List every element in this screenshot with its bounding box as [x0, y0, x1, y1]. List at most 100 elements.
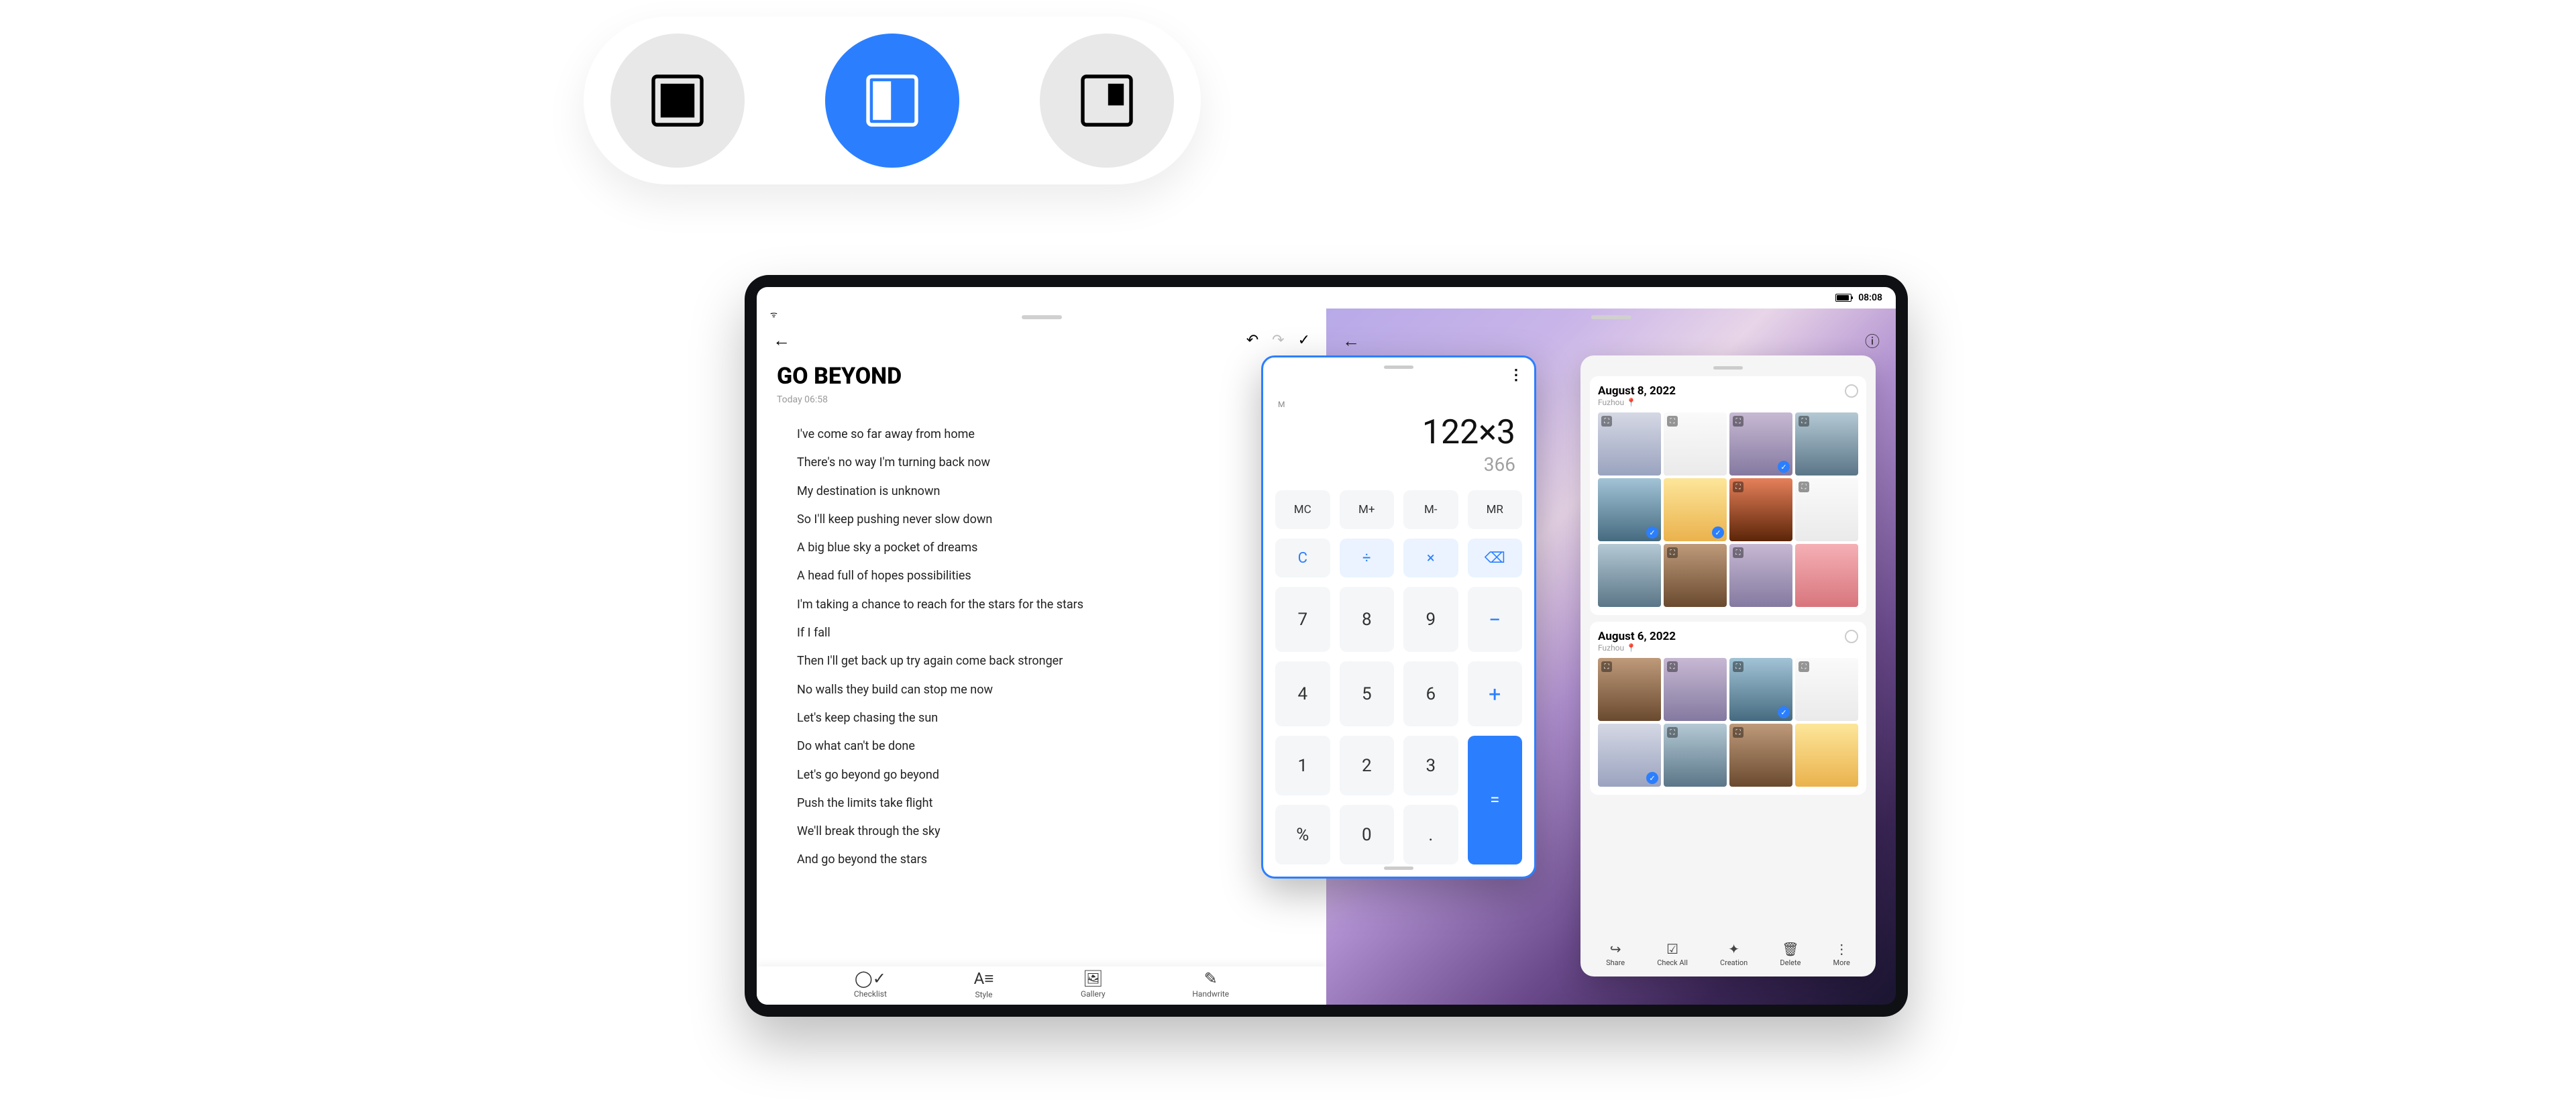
calc-7-button[interactable]: 7	[1275, 587, 1330, 652]
gallery-icon: 🖼	[1081, 969, 1106, 988]
delete-icon: 🗑	[1780, 941, 1801, 957]
gallery-date-block: August 6, 2022 Fuzhou 📍 ⛶ ⛶ ⛶✓ ⛶ ✓ ⛶	[1590, 622, 1866, 795]
calc-6-button[interactable]: 6	[1403, 661, 1458, 726]
note-line: So I'll keep pushing never slow down	[797, 506, 1293, 534]
note-body[interactable]: I've come so far away from home There's …	[757, 410, 1326, 966]
gallery-checkall-button[interactable]: ☑Check All	[1657, 941, 1688, 967]
note-line: Do what can't be done	[797, 732, 1293, 761]
photo-thumb[interactable]: ⛶	[1729, 724, 1792, 787]
done-icon[interactable]: ✓	[1298, 332, 1310, 349]
tool-style[interactable]: A≡Style	[974, 969, 994, 999]
wifi-icon: ᯤ	[770, 309, 777, 320]
calculator-drag-handle[interactable]	[1384, 366, 1413, 369]
thumb-grid: ⛶ ⛶ ⛶✓ ⛶ ✓ ✓ ⛶ ⛶ ⛶ ⛶	[1598, 412, 1858, 607]
photo-thumb[interactable]: ✓	[1598, 724, 1661, 787]
expand-icon: ⛶	[1667, 547, 1678, 558]
calc-plus-button[interactable]: +	[1468, 661, 1523, 726]
handwrite-icon: ✎	[1192, 969, 1229, 988]
thumb-grid: ⛶ ⛶ ⛶✓ ⛶ ✓ ⛶ ⛶	[1598, 658, 1858, 787]
photo-thumb[interactable]	[1795, 544, 1858, 607]
notes-header: ← ↶ ↷ ✓	[757, 319, 1326, 356]
calc-backspace-button[interactable]: ⌫	[1468, 539, 1523, 577]
calc-1-button[interactable]: 1	[1275, 736, 1330, 795]
undo-icon[interactable]: ↶	[1246, 332, 1258, 349]
photo-thumb[interactable]: ⛶✓	[1729, 412, 1792, 476]
calc-mr-button[interactable]: MR	[1468, 490, 1523, 529]
tool-gallery[interactable]: 🖼Gallery	[1081, 969, 1106, 999]
calc-2-button[interactable]: 2	[1340, 736, 1395, 795]
tool-handwrite[interactable]: ✎Handwrite	[1192, 969, 1229, 999]
photo-thumb[interactable]: ⛶	[1598, 412, 1661, 476]
calc-4-button[interactable]: 4	[1275, 661, 1330, 726]
more-icon: ⋮	[1833, 941, 1850, 957]
calc-multiply-button[interactable]: ×	[1403, 539, 1458, 577]
photo-thumb[interactable]: ⛶	[1729, 544, 1792, 607]
photo-thumb[interactable]: ⛶	[1664, 658, 1727, 721]
mode-split-button[interactable]	[825, 34, 959, 168]
gallery-more-button[interactable]: ⋮More	[1833, 941, 1850, 967]
calc-mplus-button[interactable]: M+	[1340, 490, 1395, 529]
calc-percent-button[interactable]: %	[1275, 805, 1330, 864]
photo-thumb[interactable]: ⛶	[1795, 478, 1858, 541]
gallery-location: Fuzhou 📍	[1598, 398, 1676, 407]
photo-thumb[interactable]: ⛶	[1729, 478, 1792, 541]
mode-full-button[interactable]	[610, 34, 745, 168]
photo-thumb[interactable]: ⛶	[1664, 544, 1727, 607]
calc-5-button[interactable]: 5	[1340, 661, 1395, 726]
calc-9-button[interactable]: 9	[1403, 587, 1458, 652]
calc-mminus-button[interactable]: M-	[1403, 490, 1458, 529]
calc-clear-button[interactable]: C	[1275, 539, 1330, 577]
back-icon[interactable]: ←	[773, 330, 790, 351]
note-line: Then I'll get back up try again come bac…	[797, 647, 1293, 675]
redo-icon[interactable]: ↷	[1272, 332, 1284, 349]
location-icon: 📍	[1626, 398, 1636, 407]
photo-thumb[interactable]: ⛶	[1664, 724, 1727, 787]
calc-3-button[interactable]: 3	[1403, 736, 1458, 795]
gallery-drag-handle[interactable]	[1713, 366, 1743, 370]
expand-icon: ⛶	[1667, 727, 1678, 738]
calculator-resize-handle[interactable]	[1384, 867, 1413, 870]
gallery-date: August 6, 2022	[1598, 630, 1676, 643]
tool-checklist[interactable]: ◯✓Checklist	[854, 969, 887, 999]
calc-8-button[interactable]: 8	[1340, 587, 1395, 652]
calculator-menu-icon[interactable]: ⋮	[1509, 367, 1522, 384]
expand-icon: ⛶	[1667, 416, 1678, 427]
calc-mc-button[interactable]: MC	[1275, 490, 1330, 529]
calc-equals-button[interactable]: =	[1468, 736, 1523, 864]
expand-icon: ⛶	[1601, 416, 1612, 427]
gallery-floating-card: August 8, 2022 Fuzhou 📍 ⛶ ⛶ ⛶✓ ⛶ ✓ ✓	[1580, 355, 1876, 976]
photo-thumb[interactable]: ⛶	[1598, 658, 1661, 721]
mode-pip-button[interactable]	[1040, 34, 1174, 168]
notes-toolbar: ◯✓Checklist A≡Style 🖼Gallery ✎Handwrite	[757, 966, 1326, 1005]
expand-icon: ⛶	[1799, 482, 1809, 492]
gallery-date: August 8, 2022	[1598, 384, 1676, 398]
note-line: Let's go beyond go beyond	[797, 761, 1293, 789]
photo-thumb[interactable]: ⛶	[1664, 412, 1727, 476]
calc-minus-button[interactable]: −	[1468, 587, 1523, 652]
select-all-circle[interactable]	[1845, 384, 1858, 398]
calc-divide-button[interactable]: ÷	[1340, 539, 1395, 577]
expand-icon: ⛶	[1733, 482, 1743, 492]
photo-thumb[interactable]	[1598, 544, 1661, 607]
gallery-share-button[interactable]: ↪Share	[1606, 941, 1625, 967]
photo-thumb[interactable]: ✓	[1598, 478, 1661, 541]
back-icon[interactable]: ←	[1342, 331, 1360, 351]
note-line: There's no way I'm turning back now	[797, 449, 1293, 477]
photo-thumb[interactable]: ⛶	[1795, 412, 1858, 476]
layout-mode-selector	[584, 17, 1201, 184]
info-icon[interactable]: ⓘ	[1865, 330, 1880, 351]
expand-icon: ⛶	[1733, 547, 1743, 558]
gallery-creation-button[interactable]: ✦Creation	[1720, 941, 1748, 967]
gallery-delete-button[interactable]: 🗑Delete	[1780, 941, 1801, 967]
note-title[interactable]: GO BEYOND	[757, 356, 1326, 390]
tablet-device: 08:08 ᯤ ← ↶ ↷ ✓ GO BEYOND Today 06:58	[745, 275, 1908, 1017]
creation-icon: ✦	[1720, 941, 1748, 957]
photo-thumb[interactable]: ⛶✓	[1729, 658, 1792, 721]
select-all-circle[interactable]	[1845, 630, 1858, 643]
photo-thumb[interactable]: ⛶	[1795, 658, 1858, 721]
photo-thumb[interactable]: ✓	[1664, 478, 1727, 541]
note-line: My destination is unknown	[797, 478, 1293, 506]
calc-decimal-button[interactable]: .	[1403, 805, 1458, 864]
calc-0-button[interactable]: 0	[1340, 805, 1395, 864]
photo-thumb[interactable]	[1795, 724, 1858, 787]
